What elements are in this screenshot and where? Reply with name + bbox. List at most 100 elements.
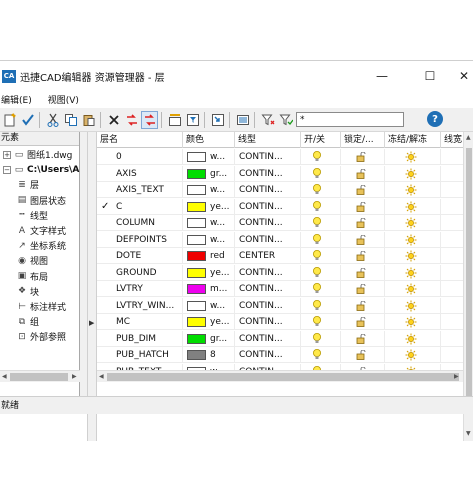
layer-linetype-cell[interactable]: CONTIN... — [235, 330, 301, 347]
layer-name-cell[interactable]: PUB_DIM — [97, 330, 183, 347]
layer-linetype-cell[interactable]: CONTIN... — [235, 314, 301, 330]
layer-color-cell[interactable]: gr... — [183, 165, 235, 182]
column-header-freeze[interactable]: 冻结/解冻 — [385, 132, 441, 148]
scroll-up-arrow-icon[interactable]: ▲ — [466, 134, 471, 141]
tree-item[interactable]: ⊡ 外部参照 — [16, 329, 66, 344]
tree-horizontal-scrollbar[interactable]: ◀ ▶ — [0, 370, 80, 382]
column-header-on-off[interactable]: 开/关 — [301, 132, 341, 148]
panel-splitter[interactable]: ▶ — [87, 132, 97, 441]
unlock-icon[interactable] — [356, 300, 366, 311]
layer-tools-icon[interactable] — [234, 111, 251, 129]
layer-linetype-cell[interactable]: CONTIN... — [235, 231, 301, 248]
layer-row[interactable]: DEFPOINTS w... CONTIN... — [97, 231, 473, 248]
lightbulb-on-icon[interactable] — [313, 233, 321, 245]
sun-thawed-icon[interactable] — [405, 283, 417, 295]
unlock-icon[interactable] — [356, 317, 366, 327]
tree-item[interactable]: + ▭ 图纸1.dwg — [3, 147, 72, 162]
layer-color-cell[interactable]: w... — [183, 231, 235, 248]
layer-row[interactable]: LVTRY_WIN... w... CONTIN... — [97, 297, 473, 314]
layer-row[interactable]: PUB_DIM gr... CONTIN... — [97, 330, 473, 347]
paste-icon[interactable] — [80, 111, 97, 129]
layer-filter-input[interactable] — [296, 112, 404, 127]
purge-icon[interactable] — [123, 111, 140, 129]
layer-linetype-cell[interactable]: CONTIN... — [235, 198, 301, 215]
maximize-button[interactable]: ☐ — [415, 61, 445, 91]
filter-funnel-icon[interactable] — [259, 111, 276, 129]
sun-thawed-icon[interactable] — [405, 151, 417, 163]
layer-row[interactable]: DOTE red CENTER — [97, 248, 473, 264]
layer-linetype-cell[interactable]: CONTIN... — [235, 264, 301, 281]
layer-color-cell[interactable]: m... — [183, 281, 235, 297]
column-header-layer-name[interactable]: 层名 — [97, 132, 183, 148]
layer-linetype-cell[interactable]: CENTER — [235, 248, 301, 264]
column-header-linetype[interactable]: 线型 — [235, 132, 301, 148]
tree-item[interactable]: ◉ 视图 — [16, 253, 48, 268]
collapse-icon[interactable]: − — [3, 165, 11, 174]
layer-name-cell[interactable]: LVTRY — [97, 281, 183, 297]
minimize-button[interactable]: — — [367, 61, 397, 91]
layer-name-cell[interactable]: AXIS — [97, 165, 183, 182]
layer-row[interactable]: LVTRY m... CONTIN... — [97, 281, 473, 297]
menu-edit[interactable]: 编辑(E) — [1, 93, 38, 106]
layer-name-cell[interactable]: AXIS_TEXT — [97, 182, 183, 198]
unlock-icon[interactable] — [356, 152, 366, 162]
column-header-lock[interactable]: 锁定/... — [341, 132, 385, 148]
import-icon[interactable] — [209, 111, 226, 129]
unlock-icon[interactable] — [356, 251, 366, 261]
tree-item[interactable]: − ▭ C:\Users\A — [3, 162, 79, 177]
unlock-icon[interactable] — [356, 267, 366, 278]
layer-row[interactable]: AXIS_TEXT w... CONTIN... — [97, 182, 473, 198]
unlock-icon[interactable] — [356, 201, 366, 212]
layer-color-cell[interactable]: red — [183, 248, 235, 264]
layer-color-cell[interactable]: 8 — [183, 347, 235, 363]
layer-name-cell[interactable]: LVTRY_WIN... — [97, 297, 183, 314]
lightbulb-on-icon[interactable] — [313, 316, 321, 327]
grid-horizontal-scrollbar[interactable]: ◀ ▶ — [97, 370, 463, 382]
sun-thawed-icon[interactable] — [405, 316, 417, 328]
layer-name-cell[interactable]: COLUMN — [97, 215, 183, 231]
layer-color-cell[interactable]: w... — [183, 182, 235, 198]
layer-row[interactable]: PUB_HATCH 8 CONTIN... — [97, 347, 473, 363]
layer-row[interactable]: GROUND ye... CONTIN... — [97, 264, 473, 281]
sun-thawed-icon[interactable] — [405, 333, 417, 345]
lightbulb-on-icon[interactable] — [313, 266, 321, 278]
layer-linetype-cell[interactable]: CONTIN... — [235, 149, 301, 165]
scroll-left-arrow-icon[interactable]: ◀ — [2, 373, 7, 380]
layer-name-cell[interactable]: DOTE — [97, 248, 183, 264]
layer-linetype-cell[interactable]: CONTIN... — [235, 347, 301, 363]
sun-thawed-icon[interactable] — [405, 217, 417, 229]
layer-linetype-cell[interactable]: CONTIN... — [235, 182, 301, 198]
sun-thawed-icon[interactable] — [405, 184, 417, 196]
unlock-icon[interactable] — [356, 284, 366, 294]
unlock-icon[interactable] — [356, 350, 366, 360]
properties-icon[interactable] — [166, 111, 183, 129]
lightbulb-on-icon[interactable] — [313, 299, 321, 311]
sun-thawed-icon[interactable] — [405, 234, 417, 246]
tree-item[interactable]: ▤ 图层状态 — [16, 193, 66, 208]
scroll-thumb[interactable] — [466, 148, 472, 410]
help-icon[interactable]: ? — [427, 111, 443, 127]
lightbulb-on-icon[interactable] — [313, 167, 321, 179]
copy-icon[interactable] — [62, 111, 79, 129]
sun-thawed-icon[interactable] — [405, 349, 417, 361]
layer-color-cell[interactable]: w... — [183, 215, 235, 231]
layer-color-cell[interactable]: ye... — [183, 314, 235, 330]
layer-name-cell[interactable]: DEFPOINTS — [97, 231, 183, 248]
layer-color-cell[interactable]: gr... — [183, 330, 235, 347]
new-layer-icon[interactable] — [1, 111, 18, 129]
unlock-icon[interactable] — [356, 168, 366, 179]
layer-row[interactable]: COLUMN w... CONTIN... — [97, 215, 473, 231]
layer-name-cell[interactable]: 0 — [97, 149, 183, 165]
scroll-left-arrow-icon[interactable]: ◀ — [99, 373, 104, 380]
sun-thawed-icon[interactable] — [405, 168, 417, 180]
layer-linetype-cell[interactable]: CONTIN... — [235, 165, 301, 182]
tree-item[interactable]: ≣ 层 — [16, 177, 39, 192]
sun-thawed-icon[interactable] — [405, 300, 417, 312]
purge-all-icon[interactable] — [141, 110, 158, 129]
sun-thawed-icon[interactable] — [405, 267, 417, 279]
layer-name-cell[interactable]: PUB_HATCH — [97, 347, 183, 363]
lightbulb-on-icon[interactable] — [313, 151, 321, 162]
cut-icon[interactable] — [44, 111, 61, 129]
lightbulb-on-icon[interactable] — [313, 349, 321, 360]
grid-vertical-scrollbar[interactable]: ▲ ▼ — [463, 132, 473, 441]
